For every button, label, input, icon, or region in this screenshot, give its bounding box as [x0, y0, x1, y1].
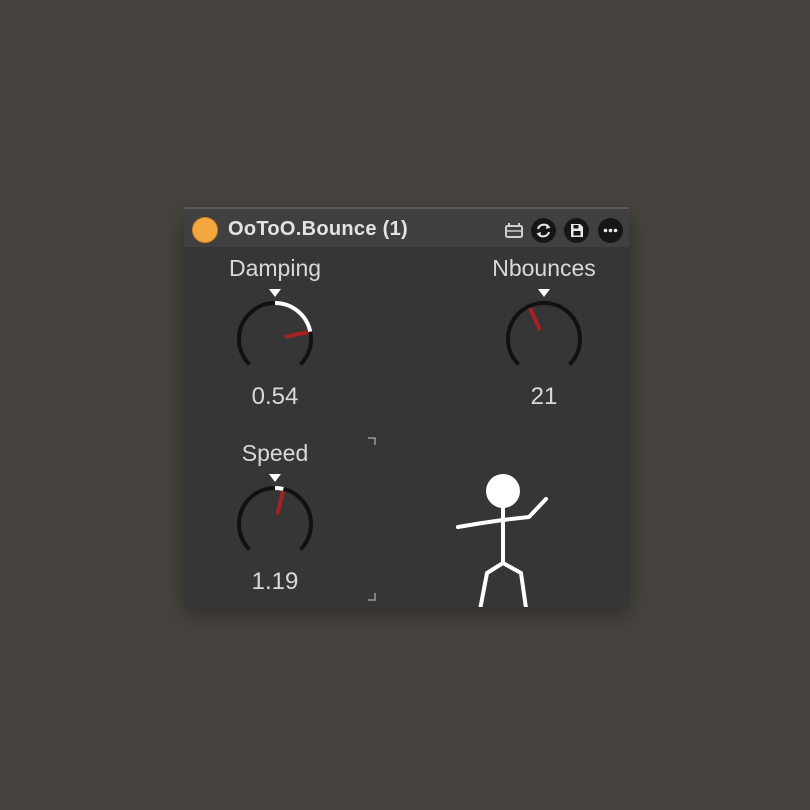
speed-knob-fill: [274, 485, 284, 491]
nbounces-label: Nbounces: [492, 255, 596, 281]
save-button[interactable]: [564, 218, 589, 243]
refresh-button[interactable]: [531, 218, 556, 243]
nbounces-value: 21: [530, 383, 558, 410]
nbounces-knob[interactable]: [502, 287, 586, 373]
speed-knob-center-marker: [269, 474, 281, 482]
damping-knob[interactable]: [233, 287, 317, 373]
damping-knob-needle: [284, 330, 309, 339]
save-icon: [571, 224, 583, 237]
damping-value: 0.54: [251, 383, 299, 410]
speed-knob-needle: [275, 490, 285, 515]
damping-knob-center-marker: [269, 289, 281, 297]
visualizer-corner-bottom: [368, 593, 376, 601]
damping-label: Damping: [228, 255, 322, 281]
speed-knob[interactable]: [233, 472, 317, 558]
device-power-button[interactable]: [192, 217, 218, 243]
more-icon: [603, 228, 618, 233]
device-slot-icon[interactable]: [503, 220, 525, 242]
stick-figure-animation: [456, 474, 548, 607]
device-title: OoToO.Bounce (1): [228, 218, 408, 240]
visualizer-corner-top: [368, 437, 376, 445]
refresh-icon: [536, 223, 551, 238]
speed-value: 1.19: [251, 568, 299, 595]
speed-knob-track: [237, 486, 313, 551]
device-panel: OoToO.Bounce (1) Damping 0.54 Nbounces 2…: [184, 207, 629, 607]
nbounces-knob-needle: [528, 307, 542, 331]
device-titlebar[interactable]: OoToO.Bounce (1): [184, 207, 629, 247]
more-button[interactable]: [598, 218, 623, 243]
damping-knob-fill: [274, 301, 313, 333]
nbounces-knob-track: [506, 301, 582, 366]
nbounces-knob-center-marker: [538, 289, 550, 297]
speed-label: Speed: [241, 440, 309, 466]
